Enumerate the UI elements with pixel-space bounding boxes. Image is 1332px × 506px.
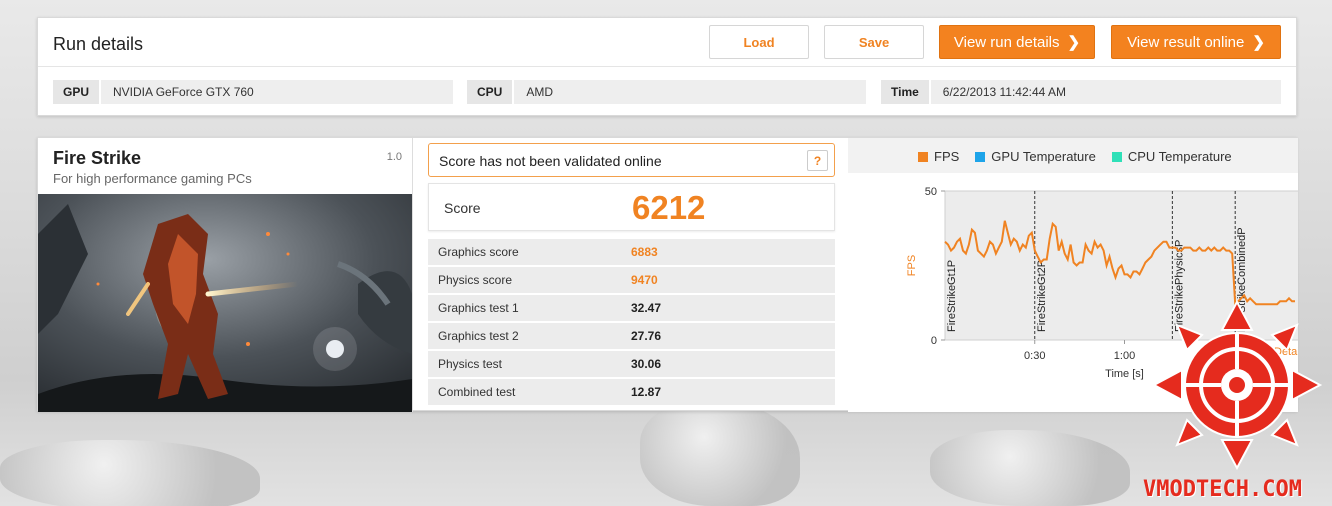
time-label: Time bbox=[881, 80, 931, 104]
y-tick-label: 50 bbox=[925, 186, 937, 198]
test-version: 1.0 bbox=[386, 151, 402, 163]
score-row-physics-score: Physics score 9470 bbox=[428, 267, 835, 293]
score-label: Score bbox=[444, 200, 481, 216]
time-info: Time 6/22/2013 11:42:44 AM bbox=[881, 80, 1281, 104]
fire-strike-artwork bbox=[38, 194, 412, 412]
score-row-label: Combined test bbox=[438, 385, 516, 399]
watermark-text: VMODTECH.COM bbox=[1143, 477, 1302, 502]
score-value: 6212 bbox=[632, 189, 706, 226]
gpu-value: NVIDIA GeForce GTX 760 bbox=[101, 80, 453, 104]
score-row-graphics-test-2: Graphics test 2 27.76 bbox=[428, 323, 835, 349]
results-panel: Fire Strike For high performance gaming … bbox=[37, 137, 1298, 412]
fire-strike-artwork-image bbox=[38, 194, 412, 412]
load-button[interactable]: Load bbox=[709, 25, 809, 59]
view-result-online-button[interactable]: View result online ❯ bbox=[1111, 25, 1281, 59]
view-run-details-button[interactable]: View run details ❯ bbox=[939, 25, 1095, 59]
score-row-graphics-test-1: Graphics test 1 32.47 bbox=[428, 295, 835, 321]
save-button[interactable]: Save bbox=[824, 25, 924, 59]
legend-item-cpu-temperature[interactable]: CPU Temperature bbox=[1111, 149, 1232, 164]
legend-label: FPS bbox=[934, 149, 960, 164]
time-value: 6/22/2013 11:42:44 AM bbox=[930, 80, 1281, 104]
score-row-value: 9470 bbox=[631, 273, 658, 287]
score-row-value: 6883 bbox=[631, 245, 658, 259]
vmodtech-logo bbox=[1152, 300, 1322, 470]
legend-swatch bbox=[1111, 151, 1122, 162]
legend-item-fps[interactable]: FPS bbox=[918, 149, 959, 164]
background-rock bbox=[930, 430, 1130, 506]
background-rock bbox=[0, 440, 260, 506]
chevron-right-icon: ❯ bbox=[1252, 34, 1265, 51]
score-row-label: Graphics test 2 bbox=[438, 329, 519, 343]
y-tick-label: 0 bbox=[931, 335, 937, 347]
overall-score: Score 6212 bbox=[428, 183, 835, 231]
legend-swatch bbox=[918, 151, 928, 162]
view-result-online-label: View result online bbox=[1127, 33, 1245, 51]
gpu-label: GPU bbox=[53, 80, 102, 104]
section-marker-label: FireStrikeGt1P bbox=[946, 260, 958, 332]
divider bbox=[38, 66, 1296, 67]
chevron-right-icon: ❯ bbox=[1067, 34, 1081, 51]
run-details-title: Run details bbox=[53, 34, 144, 54]
save-button-label: Save bbox=[858, 34, 890, 50]
test-card: Fire Strike For high performance gaming … bbox=[38, 138, 413, 412]
cpu-label: CPU bbox=[467, 80, 515, 104]
legend-swatch bbox=[975, 151, 986, 162]
view-run-details-label: View run details bbox=[953, 33, 1060, 51]
score-row-physics-test: Physics test 30.06 bbox=[428, 351, 835, 377]
validation-notice: Score has not been validated online ? bbox=[428, 143, 835, 177]
legend-label: GPU Temperature bbox=[991, 149, 1096, 164]
help-button[interactable]: ? bbox=[807, 150, 828, 171]
score-row-value: 32.47 bbox=[631, 301, 662, 315]
cpu-info: CPU AMD bbox=[467, 80, 866, 104]
score-row-label: Graphics score bbox=[438, 245, 519, 259]
x-axis-label: Time [s] bbox=[1105, 368, 1144, 380]
legend-label: CPU Temperature bbox=[1127, 149, 1232, 164]
score-row-label: Physics score bbox=[438, 273, 513, 287]
section-marker-label: FireStrikeGt2P bbox=[1036, 260, 1048, 332]
gpu-info: GPU NVIDIA GeForce GTX 760 bbox=[53, 80, 453, 104]
y-axis-label: FPS bbox=[906, 255, 918, 276]
legend-item-gpu-temperature[interactable]: GPU Temperature bbox=[975, 149, 1096, 164]
score-row-label: Physics test bbox=[438, 357, 503, 371]
x-tick-label: 1:00 bbox=[1114, 350, 1135, 362]
score-row-value: 30.06 bbox=[631, 357, 662, 371]
score-row-graphics-score: Graphics score 6883 bbox=[428, 239, 835, 265]
run-details-panel: Run details Load Save View run details ❯ … bbox=[37, 17, 1297, 116]
x-tick-label: 0:30 bbox=[1024, 350, 1045, 362]
score-row-label: Graphics test 1 bbox=[438, 301, 519, 315]
cpu-value: AMD bbox=[514, 80, 866, 104]
score-row-value: 12.87 bbox=[631, 385, 662, 399]
chart-legend: FPS GPU Temperature CPU Temperature bbox=[918, 149, 1232, 164]
score-column: Score has not been validated online ? Sc… bbox=[428, 138, 836, 412]
test-name: Fire Strike bbox=[53, 148, 142, 168]
score-row-combined-test: Combined test 12.87 bbox=[428, 379, 835, 405]
validation-message: Score has not been validated online bbox=[439, 153, 662, 169]
score-row-value: 27.76 bbox=[631, 329, 662, 343]
test-description: For high performance gaming PCs bbox=[53, 171, 252, 186]
background-rock bbox=[640, 400, 800, 506]
load-button-label: Load bbox=[743, 34, 775, 50]
